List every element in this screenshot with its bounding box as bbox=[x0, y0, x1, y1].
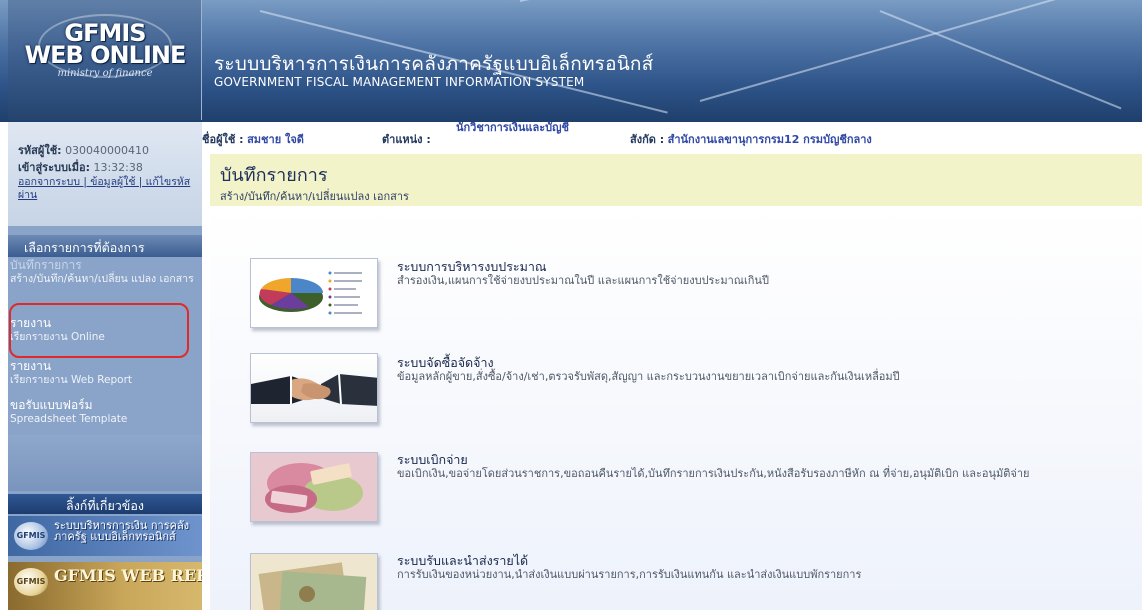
sidebar-item-title: รายงาน bbox=[10, 359, 52, 373]
gfmis-logo-icon: GFMIS bbox=[14, 568, 48, 596]
user-id-value: 030040000410 bbox=[65, 144, 150, 157]
money-bundle-icon bbox=[250, 452, 378, 522]
module-description: ขอเบิกเงิน,ขอจ่ายโดยส่วนราชการ,ขอถอนคืนร… bbox=[397, 467, 1030, 480]
office-label: สังกัด : bbox=[630, 133, 665, 146]
logo-tagline: ministry of finance bbox=[57, 68, 153, 79]
sidebar-item-subtitle: สร้าง/บันทึก/ค้นหา/เปลี่ยน แปลง เอกสาร bbox=[10, 273, 194, 285]
highlight-annotation bbox=[9, 303, 189, 358]
sidebar-item-title: บันทึกรายการ bbox=[10, 258, 82, 272]
office-value: สำนักงานเลขานุการกรม12 กรมบัญชีกลาง bbox=[667, 133, 872, 146]
sidebar-item-subtitle: Spreadsheet Template bbox=[10, 413, 128, 425]
sidebar-item-spreadsheet[interactable]: ขอรับแบบฟอร์ม Spreadsheet Template bbox=[8, 398, 202, 426]
logo-wordmark: GFMIS WEB ONLINE bbox=[24, 19, 187, 69]
module-disbursement[interactable]: ระบบเบิกจ่าย ขอเบิกเงิน,ขอจ่ายโดยส่วนราช… bbox=[210, 446, 1142, 526]
header-decoration bbox=[879, 10, 1122, 110]
username-field: ชื่อผู้ใช้ : สมชาย ใจดี bbox=[202, 130, 304, 148]
page-title-band: บันทึกรายการ สร้าง/บันทึก/ค้นหา/เปลี่ยนแ… bbox=[210, 154, 1142, 206]
gfmis-logo-icon: GFMIS bbox=[14, 522, 48, 550]
user-info-panel: รหัสผู้ใช้: 030040000410 เข้าสู่ระบบเมื่… bbox=[8, 122, 202, 226]
office-field: สังกัด : สำนักงานเลขานุการกรม12 กรมบัญชี… bbox=[630, 130, 872, 148]
login-time-row: เข้าสู่ระบบเมื่อ: 13:32:38 bbox=[18, 159, 194, 176]
sidebar-item-title: ขอรับแบบฟอร์ม bbox=[10, 398, 93, 412]
username-value: สมชาย ใจดี bbox=[247, 133, 304, 146]
page-subtitle: สร้าง/บันทึก/ค้นหา/เปลี่ยนแปลง เอกสาร bbox=[220, 190, 409, 203]
module-procurement[interactable]: ระบบจัดซื้อจัดจ้าง ข้อมูลหลักผู้ขาย,สั่ง… bbox=[210, 349, 1142, 429]
banner-text: GFMIS WEB REPORT bbox=[54, 566, 202, 585]
user-id-row: รหัสผู้ใช้: 030040000410 bbox=[18, 142, 194, 159]
page-title: บันทึกรายการ bbox=[220, 165, 328, 186]
module-list: ระบบการบริหารงบประมาณ สำรองเงิน,แผนการใช… bbox=[210, 206, 1142, 610]
login-time-label: เข้าสู่ระบบเมื่อ: bbox=[18, 161, 90, 174]
module-revenue[interactable]: ระบบรับและนำส่งรายได้ การรับเงินของหน่วย… bbox=[210, 547, 1142, 610]
module-description: สำรองเงิน,แผนการใช้จ่ายงบประมาณในปี และแ… bbox=[397, 274, 769, 287]
module-description: การรับเงินของหน่วยงาน,นำส่งเงินแบบผ่านรา… bbox=[397, 568, 862, 581]
header-decoration bbox=[699, 0, 1066, 102]
related-links-header: ลิ้งก์ที่เกี่ยวข้อง bbox=[8, 494, 202, 514]
position-label: ตำแหน่ง : bbox=[382, 133, 431, 146]
user-account-links[interactable]: ออกจากระบบ | ข้อมูลผู้ใช้ | แก้ไขรหัสผ่า… bbox=[18, 176, 194, 202]
banknotes-icon bbox=[250, 553, 378, 610]
menu-header: เลือกรายการที่ต้องการ bbox=[8, 235, 202, 257]
module-description: ข้อมูลหลักผู้ขาย,สั่งซื้อ/จ้าง/เช่า,ตรวจ… bbox=[397, 370, 900, 383]
handshake-icon bbox=[250, 353, 378, 423]
position-value: นักวิชาการเงินและบัญชี bbox=[456, 122, 576, 134]
username-label: ชื่อผู้ใช้ : bbox=[202, 133, 244, 146]
user-info-bar: ชื่อผู้ใช้ : สมชาย ใจดี ตำแหน่ง : นักวิช… bbox=[202, 122, 1142, 154]
position-field: ตำแหน่ง : bbox=[382, 130, 431, 148]
gfmis-web-online-logo[interactable]: GFMIS WEB ONLINE ministry of finance bbox=[8, 0, 202, 120]
system-title-english: GOVERNMENT FISCAL MANAGEMENT INFORMATION… bbox=[214, 75, 585, 89]
gfmis-web-report-banner-link[interactable]: GFMIS GFMIS WEB REPORT bbox=[8, 562, 202, 610]
module-budget[interactable]: ระบบการบริหารงบประมาณ สำรองเงิน,แผนการใช… bbox=[210, 251, 1142, 331]
budget-pie-chart-icon bbox=[250, 258, 378, 328]
header-banner: GFMIS WEB ONLINE ministry of finance ระบ… bbox=[0, 0, 1142, 122]
user-id-label: รหัสผู้ใช้: bbox=[18, 144, 62, 157]
gfmis-system-banner-link[interactable]: GFMIS ระบบบริหารการเงิน การคลังภาครัฐ แบ… bbox=[8, 516, 202, 556]
sidebar-spacer bbox=[8, 435, 202, 491]
sidebar-item-web-report[interactable]: รายงาน เรียกรายงาน Web Report bbox=[8, 359, 202, 387]
sidebar-item-subtitle: เรียกรายงาน Web Report bbox=[10, 374, 133, 386]
header-decoration bbox=[519, 0, 892, 2]
login-time-value: 13:32:38 bbox=[93, 161, 143, 174]
sidebar-item-record[interactable]: บันทึกรายการ สร้าง/บันทึก/ค้นหา/เปลี่ยน … bbox=[8, 258, 202, 286]
banner-text: ระบบบริหารการเงิน การคลังภาครัฐ แบบอิเล็… bbox=[54, 519, 190, 543]
left-sidebar: รหัสผู้ใช้: 030040000410 เข้าสู่ระบบเมื่… bbox=[8, 122, 202, 610]
position-value-text: นักวิชาการเงินและบัญชี bbox=[456, 121, 569, 134]
